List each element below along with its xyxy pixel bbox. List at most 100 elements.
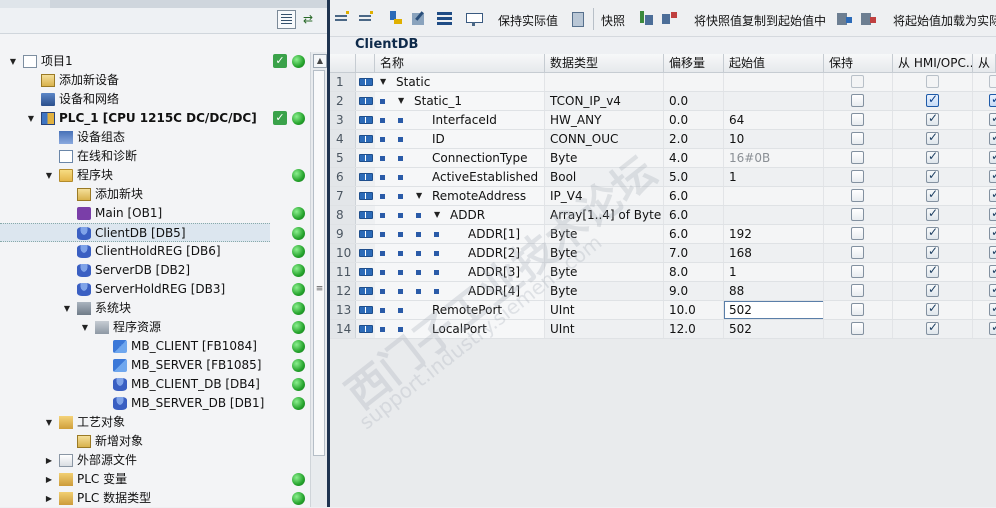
hmi-accessible-checkbox[interactable] bbox=[926, 320, 939, 335]
tree-item[interactable]: 新增对象 bbox=[0, 432, 310, 451]
hmi-accessible-checkbox[interactable] bbox=[926, 75, 939, 88]
row-number[interactable]: 11 bbox=[330, 263, 356, 281]
collapse-arrow-icon[interactable]: ▼ bbox=[434, 206, 440, 224]
snapshot-load-icon[interactable] bbox=[638, 11, 654, 26]
table-row[interactable]: 8 ▼ ADDR Array[1..4] of Byte 6.0 bbox=[330, 206, 996, 225]
hmi-writable-checkbox[interactable] bbox=[989, 187, 996, 202]
start-value-cell[interactable]: 10 bbox=[724, 130, 824, 148]
hmi-accessible-checkbox[interactable] bbox=[926, 187, 939, 202]
name-cell[interactable]: LocalPort bbox=[375, 320, 545, 338]
panel-tab[interactable] bbox=[0, 0, 50, 8]
row-number[interactable]: 2 bbox=[330, 92, 356, 110]
name-cell[interactable]: ▼ ADDR bbox=[375, 206, 545, 224]
retain-checkbox[interactable] bbox=[851, 94, 864, 107]
retain-checkbox[interactable] bbox=[851, 322, 864, 335]
scrollbar-thumb[interactable] bbox=[313, 70, 325, 456]
table-row[interactable]: 14 LocalPort UInt 12.0 502 bbox=[330, 320, 996, 339]
table-row[interactable]: 2 ▼ Static_1 TCON_IP_v4 0.0 bbox=[330, 92, 996, 111]
retain-checkbox[interactable] bbox=[851, 246, 864, 259]
hmi-writable-checkbox[interactable] bbox=[989, 301, 996, 316]
hmi-writable-checkbox[interactable] bbox=[989, 320, 996, 335]
name-cell[interactable]: ▼ Static bbox=[375, 73, 545, 91]
list-view-icon[interactable] bbox=[437, 11, 453, 26]
row-number[interactable]: 6 bbox=[330, 168, 356, 186]
table-row[interactable]: 11 ADDR[3] Byte 8.0 1 bbox=[330, 263, 996, 282]
collapse-arrow-icon[interactable]: ▼ bbox=[380, 73, 386, 91]
hmi-accessible-checkbox[interactable] bbox=[926, 206, 939, 221]
keep-actual-icon[interactable] bbox=[570, 11, 586, 27]
name-cell[interactable]: ADDR[2] bbox=[375, 244, 545, 262]
hmi-accessible-checkbox[interactable] bbox=[926, 301, 939, 316]
header-hmi-2[interactable]: 从 H bbox=[973, 54, 996, 72]
tree-item[interactable]: ▼ 工艺对象 bbox=[0, 413, 310, 432]
name-cell[interactable]: InterfaceId bbox=[375, 111, 545, 129]
name-cell[interactable]: ActiveEstablished bbox=[375, 168, 545, 186]
collapse-arrow-icon[interactable]: ▼ bbox=[8, 52, 18, 71]
row-number[interactable]: 14 bbox=[330, 320, 356, 338]
name-cell[interactable]: ADDR[1] bbox=[375, 225, 545, 243]
retain-checkbox[interactable] bbox=[851, 227, 864, 240]
start-value-cell[interactable]: 168 bbox=[724, 244, 824, 262]
tree-item[interactable]: 设备和网络 bbox=[0, 90, 310, 109]
hmi-accessible-checkbox[interactable] bbox=[926, 282, 939, 297]
hmi-writable-checkbox[interactable] bbox=[989, 225, 996, 240]
name-cell[interactable]: RemotePort bbox=[375, 301, 545, 319]
expand-all-icon[interactable] bbox=[388, 11, 404, 26]
load-start-icon[interactable] bbox=[837, 11, 853, 26]
hmi-accessible-checkbox[interactable] bbox=[926, 130, 939, 145]
name-cell[interactable]: ▼ RemoteAddress bbox=[375, 187, 545, 205]
hmi-writable-checkbox[interactable] bbox=[989, 92, 996, 107]
expand-arrow-icon[interactable]: ▶ bbox=[44, 470, 54, 489]
tree-item[interactable]: ▼ PLC_1 [CPU 1215C DC/DC/DC] ✓ bbox=[0, 109, 310, 128]
tree-item[interactable]: ▶ PLC 数据类型 bbox=[0, 489, 310, 508]
hmi-writable-checkbox[interactable] bbox=[989, 111, 996, 126]
header-hmi-opc[interactable]: 从 HMI/OPC... bbox=[893, 54, 973, 72]
row-number[interactable]: 4 bbox=[330, 130, 356, 148]
row-number[interactable]: 1 bbox=[330, 73, 356, 91]
name-cell[interactable]: ADDR[4] bbox=[375, 282, 545, 300]
retain-checkbox[interactable] bbox=[851, 303, 864, 316]
name-cell[interactable]: ▼ Static_1 bbox=[375, 92, 545, 110]
hmi-accessible-checkbox[interactable] bbox=[926, 111, 939, 126]
row-number[interactable]: 12 bbox=[330, 282, 356, 300]
start-value-cell[interactable]: 88 bbox=[724, 282, 824, 300]
load-actual-icon[interactable] bbox=[861, 11, 877, 26]
table-row[interactable]: 1 ▼ Static bbox=[330, 73, 996, 92]
load-start-as-actual-button[interactable]: 将起始值加载为实际 bbox=[893, 12, 996, 29]
copy-snapshot-to-start-button[interactable]: 将快照值复制到起始值中 bbox=[694, 12, 826, 29]
tree-item[interactable]: ClientDB [DB5] bbox=[0, 223, 305, 242]
table-row[interactable]: 5 ConnectionType Byte 4.0 16#0B bbox=[330, 149, 996, 168]
monitor-icon[interactable] bbox=[466, 11, 483, 26]
table-row[interactable]: 9 ADDR[1] Byte 6.0 192 bbox=[330, 225, 996, 244]
retain-checkbox[interactable] bbox=[851, 284, 864, 297]
hmi-writable-checkbox[interactable] bbox=[989, 263, 996, 278]
retain-checkbox[interactable] bbox=[851, 170, 864, 183]
start-value-cell[interactable]: 16#0B bbox=[724, 149, 824, 167]
tree-item[interactable]: ▼ 程序块 bbox=[0, 166, 310, 185]
start-value-cell[interactable]: 502 bbox=[724, 320, 824, 338]
tree-item[interactable]: ServerHoldREG [DB3] bbox=[0, 280, 310, 299]
table-row[interactable]: 13 RemotePort UInt 10.0 502 bbox=[330, 301, 996, 320]
sync-button[interactable]: ⇄ bbox=[300, 10, 319, 29]
snapshot-button[interactable]: 快照 bbox=[601, 12, 625, 29]
hmi-accessible-checkbox[interactable] bbox=[926, 149, 939, 164]
table-row[interactable]: 4 ID CONN_OUC 2.0 10 bbox=[330, 130, 996, 149]
start-value-cell[interactable]: 1 bbox=[724, 263, 824, 281]
tree-item[interactable]: Main [OB1] bbox=[0, 204, 310, 223]
tree-item[interactable]: 添加新设备 bbox=[0, 71, 310, 90]
start-value-cell[interactable]: 502 bbox=[724, 301, 824, 319]
retain-checkbox[interactable] bbox=[851, 265, 864, 278]
header-name[interactable]: 名称 bbox=[375, 54, 545, 72]
start-value-cell[interactable] bbox=[724, 206, 824, 224]
tree-item[interactable]: MB_CLIENT_DB [DB4] bbox=[0, 375, 310, 394]
table-row[interactable]: 12 ADDR[4] Byte 9.0 88 bbox=[330, 282, 996, 301]
name-cell[interactable]: ID bbox=[375, 130, 545, 148]
retain-checkbox[interactable] bbox=[851, 189, 864, 202]
keep-actual-values-button[interactable]: 保持实际值 bbox=[498, 12, 558, 29]
tree-item[interactable]: 添加新块 bbox=[0, 185, 310, 204]
start-value-cell[interactable]: 192 bbox=[724, 225, 824, 243]
retain-checkbox[interactable] bbox=[851, 132, 864, 145]
insert-row-icon[interactable] bbox=[335, 11, 351, 26]
hmi-writable-checkbox[interactable] bbox=[989, 206, 996, 221]
splitter-grip-icon[interactable]: ≡ bbox=[314, 284, 325, 294]
